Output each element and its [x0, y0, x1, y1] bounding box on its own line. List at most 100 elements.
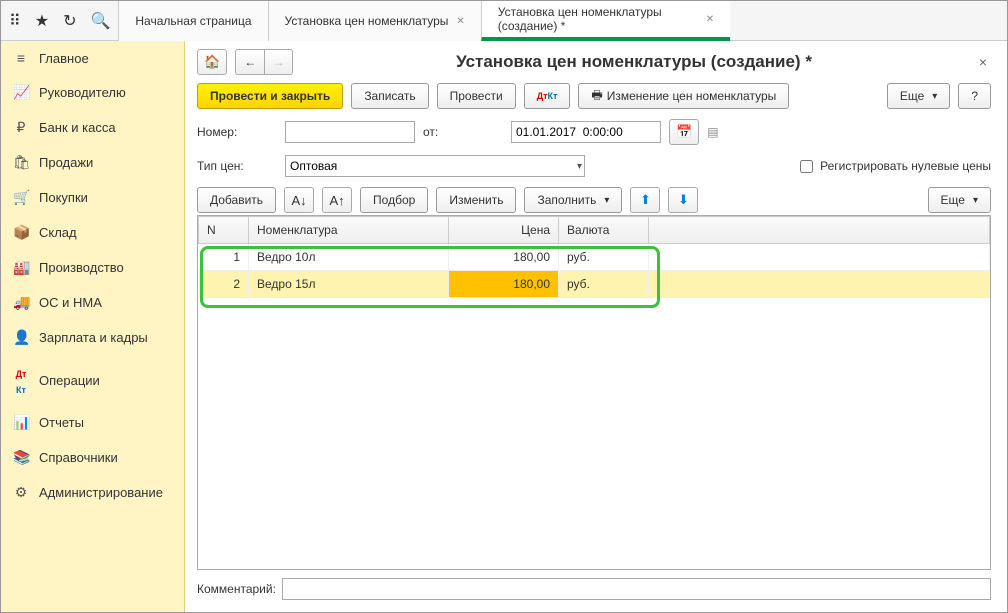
sidebar-item-label: Покупки — [39, 190, 88, 205]
person-icon: 👤 — [13, 329, 29, 346]
change-button[interactable]: Изменить — [436, 187, 516, 213]
sidebar-item-label: Руководителю — [39, 85, 126, 100]
table-container: N Номенклатура Цена Валюта 1 Ведро 10л — [197, 215, 991, 570]
dtkt-icon: ДтКт — [537, 92, 558, 100]
body: ≡ Главное 📈Руководителю ₽ Банк и касса 🛍Пр… — [1, 41, 1007, 612]
cart-icon: 🛒 — [13, 189, 29, 206]
cell-currency: руб. — [559, 244, 649, 271]
favorite-icon[interactable]: ★ — [35, 11, 49, 31]
register-zero-label: Регистрировать нулевые цены — [820, 159, 991, 173]
doc-status-icon: ▤ — [707, 125, 718, 139]
main-icon: ≡ — [13, 50, 29, 66]
move-up-button[interactable]: ⬆ — [630, 187, 660, 213]
home-button[interactable]: 🏠 — [197, 49, 227, 75]
cell-nom: Ведро 10л — [249, 244, 449, 271]
date-input[interactable] — [511, 121, 661, 143]
sidebar-item-label: Продажи — [39, 155, 93, 170]
page-title: Установка цен номенклатуры (создание) * — [301, 52, 967, 72]
sidebar-item-assets[interactable]: 🚚 ОС и НМА — [1, 285, 184, 320]
forward-button[interactable]: → — [264, 50, 292, 74]
sidebar-item-main[interactable]: ≡ Главное — [1, 41, 184, 75]
price-change-button[interactable]: 🖶Изменение цен номенклатуры — [578, 83, 789, 109]
sidebar-item-label: Зарплата и кадры — [39, 330, 148, 345]
sidebar-item-admin[interactable]: ⚙Администрирование — [1, 475, 184, 510]
move-down-button[interactable]: ⬇ — [668, 187, 698, 213]
sidebar-item-catalogs[interactable]: 📚Справочники — [1, 440, 184, 475]
register-zero-checkbox[interactable]: Регистрировать нулевые цены — [796, 157, 991, 176]
date-label: от: — [423, 125, 503, 139]
dtkt-icon: ДтКт — [13, 364, 29, 396]
add-button[interactable]: Добавить — [197, 187, 276, 213]
write-button[interactable]: Записать — [351, 83, 428, 109]
sidebar-item-label: Справочники — [39, 450, 118, 465]
help-button[interactable]: ? — [958, 83, 991, 109]
cell-price-editing[interactable]: 180,00 — [449, 271, 559, 298]
gear-icon: ⚙ — [13, 484, 29, 501]
tab-doc-1[interactable]: Установка цен номенклатуры✕ — [268, 1, 481, 41]
dtkt-button[interactable]: ДтКт — [524, 83, 571, 109]
sidebar-item-label: Отчеты — [39, 415, 84, 430]
sidebar-item-warehouse[interactable]: 📦Склад — [1, 215, 184, 250]
app-window: ⠿ ★ ↻ 🔍 Начальная страница Установка цен… — [0, 0, 1008, 613]
col-filler — [649, 217, 990, 244]
cell-currency: руб. — [559, 271, 649, 298]
sidebar-item-hr[interactable]: 👤 Зарплата и кадры — [1, 320, 184, 355]
history-icon[interactable]: ↻ — [63, 11, 76, 31]
calendar-button[interactable]: 📅 — [669, 119, 699, 145]
fill-button[interactable]: Заполнить — [524, 187, 622, 213]
tab-strip: Начальная страница Установка цен номенкл… — [118, 1, 730, 40]
sidebar-item-label: Главное — [39, 51, 89, 66]
sidebar-item-sales[interactable]: 🛍Продажи — [1, 145, 184, 180]
sidebar-item-operations[interactable]: ДтКт Операции — [1, 355, 184, 405]
sort-asc-button[interactable]: А↓ — [284, 187, 314, 213]
sidebar-item-reports[interactable]: 📊 Отчеты — [1, 405, 184, 440]
pick-button[interactable]: Подбор — [360, 187, 428, 213]
sidebar-item-manager[interactable]: 📈Руководителю — [1, 75, 184, 110]
cell-n: 2 — [199, 271, 249, 298]
col-price-header[interactable]: Цена — [449, 217, 559, 244]
box-icon: 📦 — [13, 224, 29, 241]
sidebar: ≡ Главное 📈Руководителю ₽ Банк и касса 🛍Пр… — [1, 41, 185, 612]
sidebar-item-label: Производство — [39, 260, 124, 275]
more-button[interactable]: Еще — [887, 83, 950, 109]
barchart-icon: 📊 — [13, 414, 29, 431]
truck-icon: 🚚 — [13, 294, 29, 311]
cell-nom: Ведро 15л — [249, 271, 449, 298]
number-date-row: Номер: от: 📅 ▤ — [197, 119, 991, 145]
sidebar-item-purchases[interactable]: 🛒 Покупки — [1, 180, 184, 215]
chevron-down-icon[interactable]: ▾ — [577, 161, 582, 172]
table-more-button[interactable]: Еще — [928, 187, 991, 213]
tab-doc-2[interactable]: Установка цен номенклатуры (создание) *✕ — [481, 1, 730, 41]
apps-icon[interactable]: ⠿ — [9, 11, 21, 31]
col-nom-header[interactable]: Номенклатура — [249, 217, 449, 244]
col-currency-header[interactable]: Валюта — [559, 217, 649, 244]
sidebar-item-label: ОС и НМА — [39, 295, 102, 310]
ruble-icon: ₽ — [13, 119, 29, 136]
price-type-select[interactable]: ▾ — [285, 155, 585, 177]
register-zero-input[interactable] — [800, 160, 813, 173]
top-icon-bar: ⠿ ★ ↻ 🔍 — [1, 1, 118, 40]
price-type-row: Тип цен: ▾ Регистрировать нулевые цены — [197, 155, 991, 177]
post-button[interactable]: Провести — [437, 83, 516, 109]
sort-desc-button[interactable]: А↑ — [322, 187, 352, 213]
tab-home[interactable]: Начальная страница — [118, 1, 267, 41]
number-input[interactable] — [285, 121, 415, 143]
close-icon[interactable]: ✕ — [456, 16, 464, 27]
close-icon[interactable]: ✕ — [706, 14, 714, 25]
post-and-close-button[interactable]: Провести и закрыть — [197, 83, 343, 109]
content: 🏠 ← → Установка цен номенклатуры (создан… — [185, 41, 1007, 612]
sidebar-item-bank[interactable]: ₽ Банк и касса — [1, 110, 184, 145]
table-row[interactable]: 1 Ведро 10л 180,00 руб. — [199, 244, 990, 271]
price-type-input[interactable] — [285, 155, 585, 177]
table-row[interactable]: 2 Ведро 15л 180,00 руб. — [199, 271, 990, 298]
back-button[interactable]: ← — [236, 50, 264, 74]
sidebar-item-label: Операции — [39, 373, 100, 388]
cell-n: 1 — [199, 244, 249, 271]
comment-input[interactable] — [282, 578, 991, 600]
sidebar-item-production[interactable]: 🏭Производство — [1, 250, 184, 285]
price-table: N Номенклатура Цена Валюта 1 Ведро 10л — [198, 216, 990, 298]
search-icon[interactable]: 🔍 — [90, 11, 110, 31]
sidebar-item-label: Банк и касса — [39, 120, 116, 135]
col-n-header[interactable]: N — [199, 217, 249, 244]
close-icon[interactable]: × — [975, 54, 991, 70]
